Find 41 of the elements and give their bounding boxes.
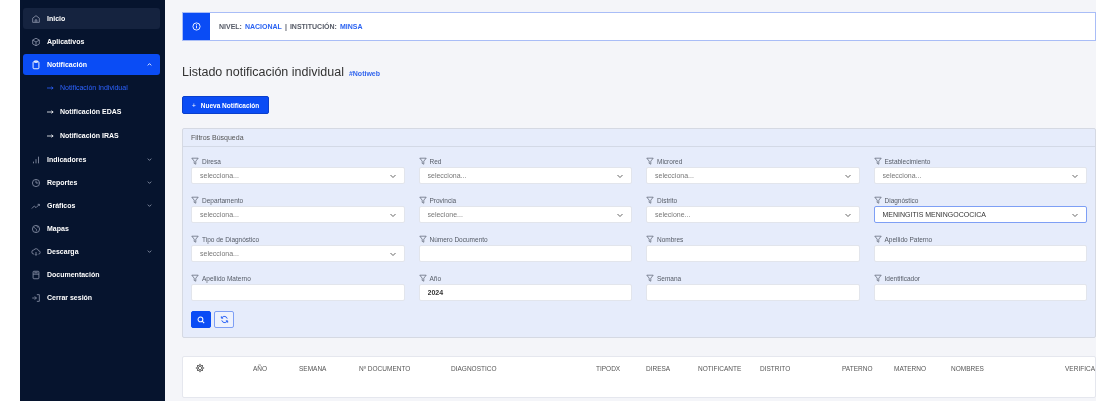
arrow-icon <box>47 109 54 114</box>
home-icon <box>31 13 41 24</box>
refresh-button[interactable] <box>214 311 234 328</box>
filter-icon <box>873 235 882 243</box>
filter-icon <box>191 235 199 243</box>
search-icon <box>197 315 205 324</box>
filter-icon <box>646 274 654 282</box>
filter-icon <box>418 274 427 282</box>
clock-icon <box>31 177 41 188</box>
info-icon <box>192 22 201 31</box>
input-field[interactable] <box>873 245 1087 262</box>
page-title: Listado notificación individual <box>182 65 344 79</box>
filter-icon <box>418 196 427 204</box>
filter-icon <box>418 157 427 165</box>
input-field[interactable] <box>646 245 860 262</box>
clipboard-icon <box>31 59 41 70</box>
filter-icon <box>191 196 199 204</box>
filter-icon <box>873 274 882 282</box>
input-field[interactable] <box>873 284 1087 301</box>
filter-icon <box>873 196 882 204</box>
cloud-download-icon <box>31 246 41 257</box>
filter-icon <box>646 235 654 243</box>
filter-icon <box>873 157 882 165</box>
filter-icon <box>646 196 654 204</box>
arrow-icon <box>47 85 54 90</box>
filter-icon <box>646 157 654 165</box>
filter-icon <box>191 157 199 165</box>
settings-icon[interactable] <box>195 363 205 373</box>
arrow-icon <box>47 133 54 138</box>
filter-icon <box>191 274 199 282</box>
filter-icon <box>418 235 427 243</box>
refresh-icon <box>219 315 229 324</box>
document-icon <box>31 269 41 280</box>
input-field[interactable] <box>191 284 405 301</box>
input-field[interactable] <box>418 245 632 262</box>
logout-icon <box>31 292 41 303</box>
input-field[interactable] <box>646 284 860 301</box>
cube-icon <box>31 36 41 47</box>
globe-icon <box>31 223 41 234</box>
search-button[interactable] <box>191 311 211 328</box>
bar-chart-icon <box>31 154 41 165</box>
